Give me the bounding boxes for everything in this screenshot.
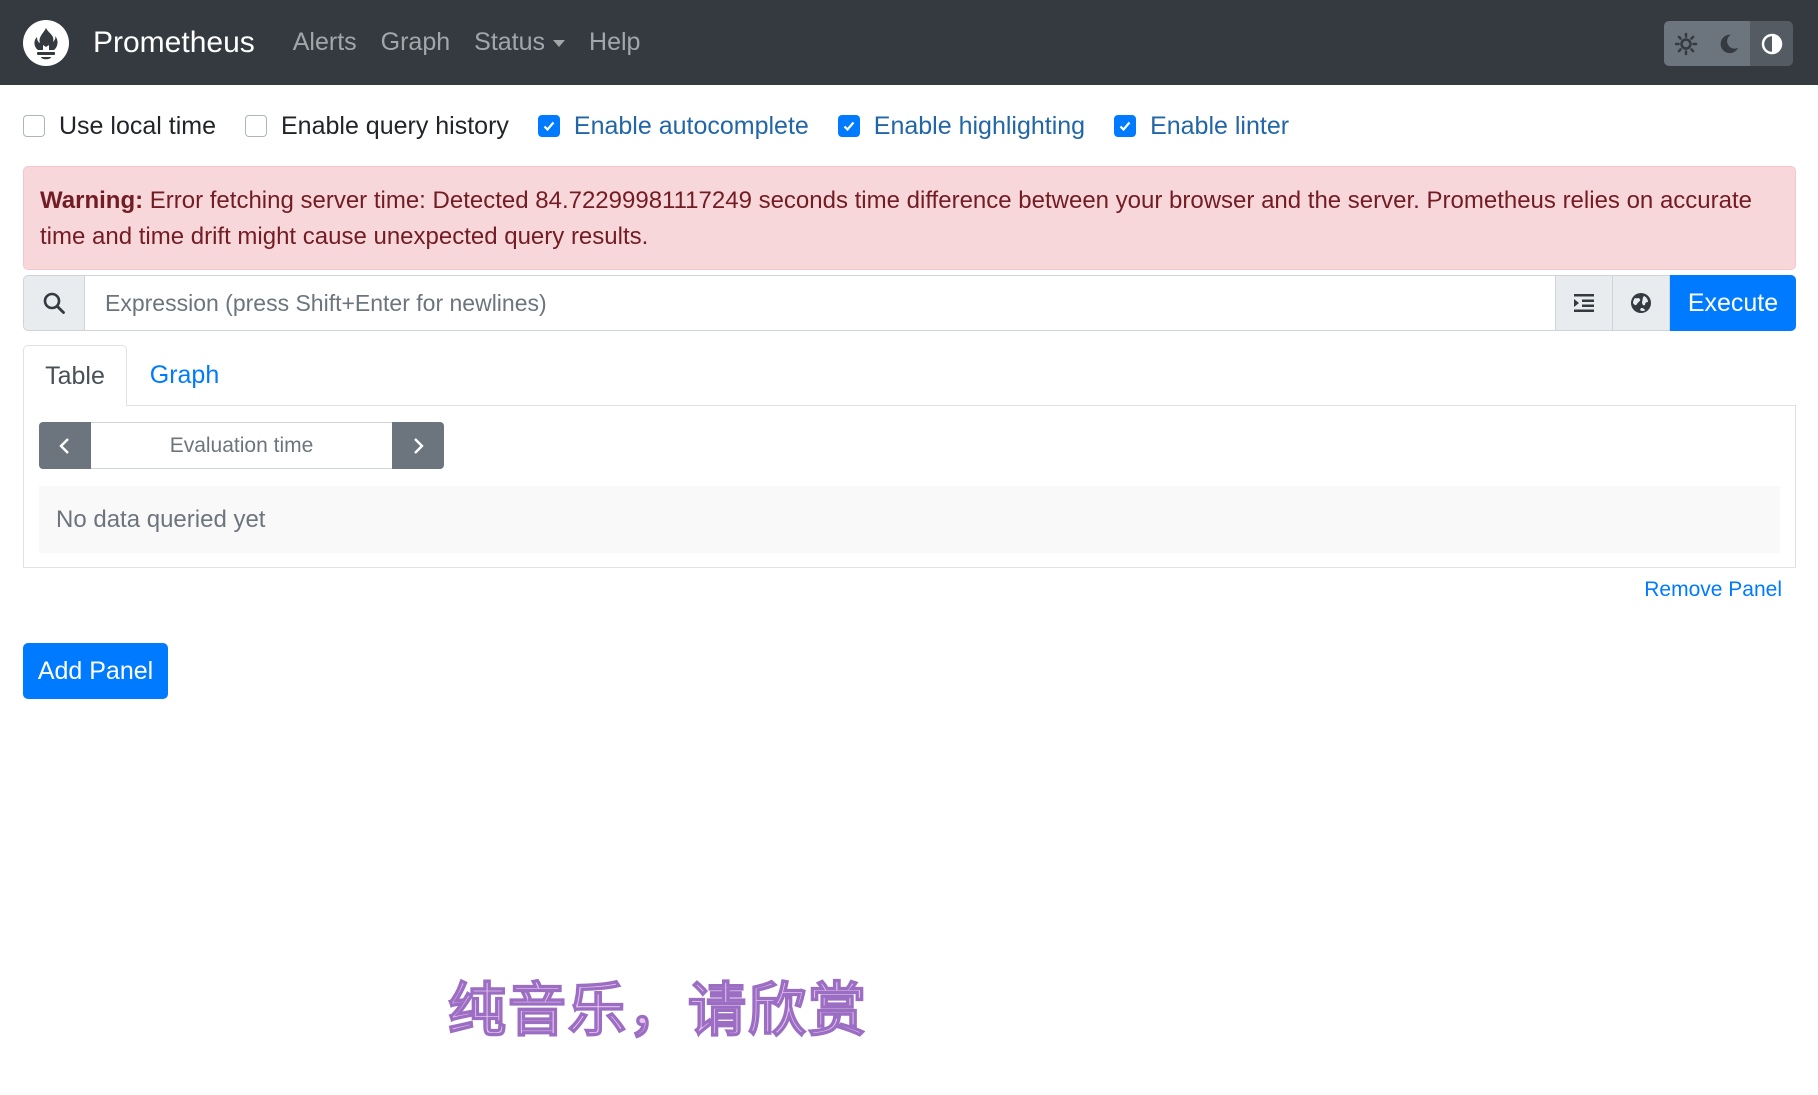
- theme-light-button[interactable]: [1664, 21, 1707, 66]
- checkbox[interactable]: [245, 115, 267, 137]
- chevron-left-icon: [59, 437, 69, 454]
- checkbox[interactable]: [837, 115, 860, 137]
- query-options: Use local time Enable query history Enab…: [23, 109, 1318, 143]
- check-icon: [843, 121, 855, 132]
- option-highlighting[interactable]: Enable highlighting: [837, 111, 1086, 141]
- watermark-text: 纯音乐，请欣赏: [447, 975, 869, 1045]
- nav-link-help[interactable]: Help: [589, 28, 640, 57]
- contrast-icon: [1761, 33, 1782, 54]
- theme-toggle-group: [1664, 21, 1793, 66]
- search-icon: [43, 292, 65, 314]
- option-label: Enable highlighting: [873, 111, 1086, 140]
- tab-graph[interactable]: Graph: [127, 345, 242, 406]
- prometheus-logo-icon: [23, 19, 69, 66]
- option-autocomplete[interactable]: Enable autocomplete: [537, 111, 809, 141]
- add-panel-button[interactable]: Add Panel: [23, 643, 168, 699]
- remove-panel-link[interactable]: Remove Panel: [1644, 578, 1782, 602]
- option-label: Use local time: [59, 111, 216, 140]
- nav-link-status[interactable]: Status: [474, 28, 566, 57]
- option-label: Enable autocomplete: [573, 111, 809, 140]
- format-expression-button[interactable]: [1556, 275, 1613, 331]
- next-time-button[interactable]: [392, 422, 444, 469]
- metrics-explorer-button[interactable]: [1613, 275, 1670, 331]
- execute-button[interactable]: Execute: [1670, 275, 1796, 331]
- top-navbar: Prometheus Alerts Graph Status Help: [0, 0, 1818, 85]
- check-icon: [543, 121, 555, 132]
- nav-links: Alerts Graph Status Help: [269, 28, 641, 57]
- tab-table[interactable]: Table: [23, 345, 127, 406]
- option-linter[interactable]: Enable linter: [1114, 112, 1289, 141]
- previous-time-button[interactable]: [39, 422, 91, 469]
- sun-icon: [1674, 32, 1697, 55]
- expression-bar: Execute: [23, 275, 1796, 331]
- no-data-message: No data queried yet: [39, 486, 1780, 553]
- alert-message: Error fetching server time: Detected 84.…: [40, 187, 1752, 250]
- evaluation-time-input[interactable]: [91, 422, 392, 469]
- option-query-history[interactable]: Enable query history: [245, 112, 509, 141]
- search-addon: [23, 275, 84, 331]
- option-use-local-time[interactable]: Use local time: [23, 112, 216, 141]
- server-time-warning-alert: Warning: Error fetching server time: Det…: [23, 166, 1796, 270]
- checkbox[interactable]: [537, 115, 560, 137]
- moon-icon: [1720, 34, 1738, 53]
- globe-icon: [1631, 293, 1651, 313]
- chevron-right-icon: [414, 437, 424, 454]
- caret-down-icon: [553, 40, 566, 47]
- nav-link-graph[interactable]: Graph: [381, 28, 450, 57]
- checkbox[interactable]: [1114, 115, 1137, 137]
- indent-icon: [1574, 294, 1594, 312]
- theme-dark-button[interactable]: [1707, 21, 1750, 66]
- evaluation-time-picker: [39, 422, 444, 469]
- panel-tabs: Table Graph: [23, 345, 242, 406]
- expression-input[interactable]: [84, 275, 1556, 331]
- option-label: Enable linter: [1150, 111, 1290, 140]
- nav-link-status-label: Status: [474, 28, 546, 56]
- checkbox[interactable]: [23, 115, 45, 137]
- alert-strong: Warning:: [40, 187, 144, 214]
- brand-link[interactable]: Prometheus: [23, 19, 255, 66]
- theme-auto-button[interactable]: [1750, 21, 1793, 66]
- check-icon: [1119, 121, 1131, 132]
- nav-link-alerts[interactable]: Alerts: [293, 28, 357, 57]
- brand-name: Prometheus: [93, 25, 255, 59]
- option-label: Enable query history: [281, 111, 509, 140]
- panel-body: No data queried yet: [23, 405, 1796, 568]
